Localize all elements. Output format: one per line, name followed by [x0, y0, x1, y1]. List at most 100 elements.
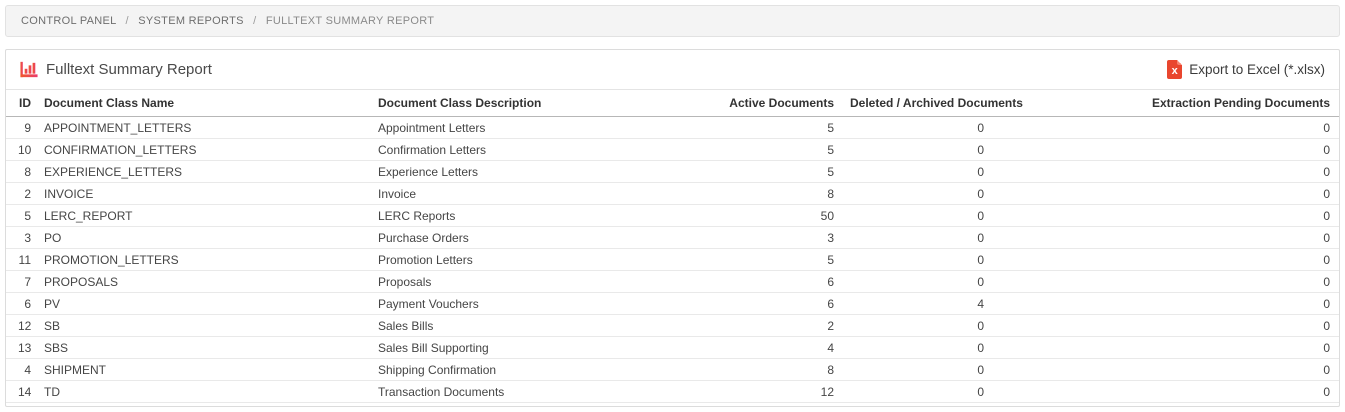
table-cell: 0 — [842, 314, 992, 337]
table-cell: 12 — [6, 314, 36, 337]
table-cell: 0 — [992, 380, 1339, 403]
table-row: 2 INVOICE Invoice 8 0 0 — [6, 182, 1339, 205]
table-cell: 0 — [992, 336, 1339, 359]
table-cell: 0 — [842, 380, 992, 403]
breadcrumb: CONTROL PANEL / SYSTEM REPORTS / FULLTEX… — [5, 5, 1340, 37]
table-cell: Sales Bill Supporting — [370, 336, 700, 359]
column-header: Document Class Description — [370, 90, 700, 117]
excel-letter: x — [1171, 64, 1178, 77]
table-cell: TD — [36, 380, 370, 403]
table-cell: CONFIRMATION_LETTERS — [36, 138, 370, 161]
export-label: Export to Excel (*.xlsx) — [1189, 62, 1325, 77]
table-cell: 0 — [842, 138, 992, 161]
table-cell: Proposals — [370, 270, 700, 293]
export-to-excel-button[interactable]: x Export to Excel (*.xlsx) — [1167, 60, 1325, 79]
table-cell: 11 — [6, 248, 36, 271]
table-cell: 0 — [842, 248, 992, 271]
table-cell: Experience Letters — [370, 160, 700, 183]
table-cell: INVOICE — [36, 182, 370, 205]
report-panel: Fulltext Summary Report x Export to Exce… — [5, 49, 1340, 407]
table-cell: 3 — [6, 226, 36, 249]
table-cell: LERC_REPORT — [36, 204, 370, 227]
table-cell: EXPERIENCE_LETTERS — [36, 160, 370, 183]
table-cell: PV — [36, 292, 370, 315]
table-cell: APPOINTMENT_LETTERS — [36, 116, 370, 139]
table-cell: PROMOTION_LETTERS — [36, 248, 370, 271]
table-cell: 0 — [992, 226, 1339, 249]
table-cell: 5 — [6, 204, 36, 227]
column-header: Active Documents — [700, 90, 842, 117]
panel-title-wrap: Fulltext Summary Report — [20, 61, 212, 78]
table-row: 9 APPOINTMENT_LETTERS Appointment Letters 5… — [6, 116, 1339, 139]
table-cell: Appointment Letters — [370, 116, 700, 139]
table-cell: 4 — [842, 292, 992, 315]
table-row: 3 PO Purchase Orders 3 0 0 — [6, 226, 1339, 249]
table-row: 5 LERC_REPORT LERC Reports 50 0 0 — [6, 204, 1339, 227]
table-cell: 0 — [992, 138, 1339, 161]
table-cell: Payment Vouchers — [370, 292, 700, 315]
table-cell: 0 — [992, 292, 1339, 315]
table-cell: 6 — [700, 292, 842, 315]
table-cell: 0 — [992, 358, 1339, 381]
breadcrumb-separator: / — [253, 15, 257, 27]
table-cell: 3 — [700, 226, 842, 249]
table-cell: 14 — [6, 380, 36, 403]
table-row: 13 SBS Sales Bill Supporting 4 0 0 — [6, 336, 1339, 359]
bar-chart-icon — [20, 61, 38, 78]
table-cell: PROPOSALS — [36, 270, 370, 293]
table-row: 8 EXPERIENCE_LETTERS Experience Letters 5 0 0 — [6, 160, 1339, 183]
table-cell: SHIPMENT — [36, 358, 370, 381]
table-cell: 0 — [992, 270, 1339, 293]
table-row: 10 CONFIRMATION_LETTERS Confirmation Lette… — [6, 138, 1339, 161]
table-cell: 0 — [842, 182, 992, 205]
report-table: ID Document Class Name Document Class Desc… — [6, 90, 1339, 403]
table-cell: Invoice — [370, 182, 700, 205]
table-cell: 0 — [842, 270, 992, 293]
table-cell: Transaction Documents — [370, 380, 700, 403]
table-cell: 0 — [992, 182, 1339, 205]
table-cell: 8 — [700, 182, 842, 205]
table-cell: 7 — [6, 270, 36, 293]
table-cell: 6 — [6, 292, 36, 315]
page: CONTROL PANEL / SYSTEM REPORTS / FULLTEX… — [0, 0, 1345, 412]
table-cell: 5 — [700, 116, 842, 139]
table-cell: SBS — [36, 336, 370, 359]
breadcrumb-item-system-reports[interactable]: SYSTEM REPORTS — [138, 15, 243, 27]
table-cell: 0 — [992, 248, 1339, 271]
table-cell: 5 — [700, 248, 842, 271]
table-cell: 0 — [992, 204, 1339, 227]
table-header-row: ID Document Class Name Document Class Desc… — [6, 90, 1339, 117]
excel-file-icon: x — [1167, 60, 1183, 79]
table-cell: 0 — [842, 204, 992, 227]
table-row: 14 TD Transaction Documents 12 0 0 — [6, 380, 1339, 403]
table-cell: 10 — [6, 138, 36, 161]
table-row: 12 SB Sales Bills 2 0 0 — [6, 314, 1339, 337]
column-header: Deleted / Archived Documents — [842, 90, 1023, 117]
page-title: Fulltext Summary Report — [46, 61, 212, 78]
table-cell: 0 — [842, 116, 992, 139]
table-cell: 8 — [6, 160, 36, 183]
table-cell: 9 — [6, 116, 36, 139]
table-cell: Shipping Confirmation — [370, 358, 700, 381]
table-cell: 12 — [700, 380, 842, 403]
table-cell: 5 — [700, 160, 842, 183]
table-cell: 13 — [6, 336, 36, 359]
table-cell: 0 — [842, 226, 992, 249]
panel-header: Fulltext Summary Report x Export to Exce… — [6, 50, 1339, 90]
breadcrumb-item-control-panel[interactable]: CONTROL PANEL — [21, 15, 116, 27]
table-row: 7 PROPOSALS Proposals 6 0 0 — [6, 270, 1339, 293]
table-cell: 2 — [700, 314, 842, 337]
table-cell: 0 — [992, 160, 1339, 183]
table-cell: 5 — [700, 138, 842, 161]
table-row: 6 PV Payment Vouchers 6 4 0 — [6, 292, 1339, 315]
table-cell: Promotion Letters — [370, 248, 700, 271]
table-cell: 0 — [842, 336, 992, 359]
table-cell: 4 — [6, 358, 36, 381]
table-cell: 0 — [842, 358, 992, 381]
table-cell: Confirmation Letters — [370, 138, 700, 161]
table-cell: 6 — [700, 270, 842, 293]
table-cell: 0 — [992, 116, 1339, 139]
column-header: ID — [6, 90, 36, 117]
table-cell: 50 — [700, 204, 842, 227]
table-cell: 0 — [992, 314, 1339, 337]
